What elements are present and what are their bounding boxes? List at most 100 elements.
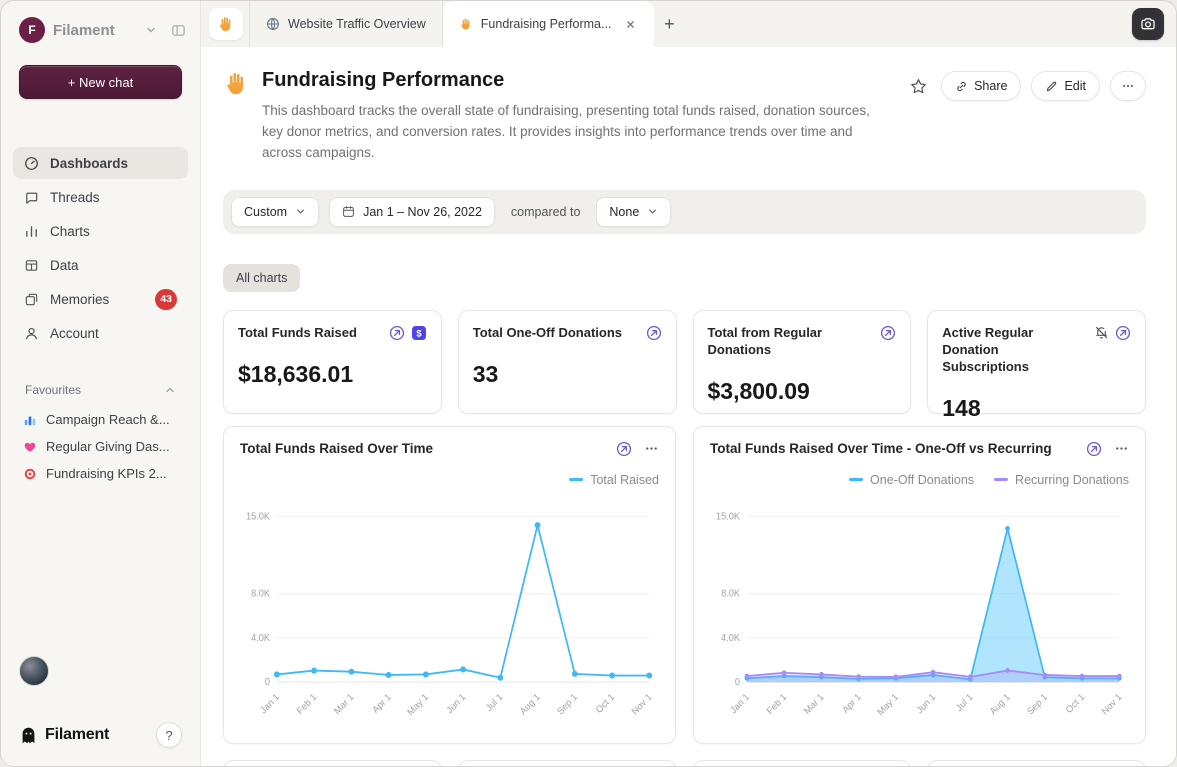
- legend-label: One-Off Donations: [870, 473, 974, 487]
- chart-type-icon[interactable]: [1115, 325, 1131, 341]
- workspace-chevron-down-icon[interactable]: [145, 24, 157, 36]
- svg-text:8.0K: 8.0K: [251, 587, 271, 598]
- chart-menu-ellipsis-icon[interactable]: [1114, 441, 1129, 456]
- svg-text:$: $: [416, 328, 422, 339]
- kpi-value: 33: [473, 361, 662, 388]
- user-avatar[interactable]: [19, 656, 49, 686]
- favourite-item-label: Campaign Reach &...: [46, 412, 170, 427]
- header-actions: Share Edit: [906, 69, 1146, 101]
- kpi-card-donation-form-conversion: Donation Form Conversion: [458, 760, 677, 766]
- bar-chart-icon: [23, 413, 37, 427]
- favourites-collapse-chevron-up-icon[interactable]: [164, 384, 176, 396]
- sidebar-item-charts[interactable]: Charts: [13, 215, 188, 247]
- screenshot-camera-button[interactable]: [1132, 8, 1164, 40]
- tab-website-traffic-overview[interactable]: Website Traffic Overview: [249, 1, 443, 47]
- svg-text:Oct 1: Oct 1: [1063, 691, 1086, 715]
- kpi-value: 148: [942, 395, 1131, 422]
- data-table-icon: [24, 258, 39, 273]
- page-description: This dashboard tracks the overall state …: [262, 101, 894, 164]
- chevron-down-icon: [647, 206, 658, 217]
- favourite-item-fundraising-kpis[interactable]: Fundraising KPIs 2...: [15, 463, 186, 484]
- chart-title: Total Funds Raised Over Time - One-Off v…: [710, 441, 1052, 456]
- chart-type-icon[interactable]: [880, 325, 896, 341]
- sidebar-item-threads[interactable]: Threads: [13, 181, 188, 213]
- svg-text:May 1: May 1: [405, 691, 430, 718]
- new-tab-button[interactable]: +: [654, 9, 684, 39]
- chart-menu-ellipsis-icon[interactable]: [644, 441, 659, 456]
- favourite-item-regular-giving[interactable]: Regular Giving Das...: [15, 436, 186, 457]
- svg-text:Jun 1: Jun 1: [444, 691, 468, 716]
- sidebar-item-label: Dashboards: [50, 156, 177, 171]
- page-title: Fundraising Performance: [262, 69, 894, 92]
- svg-text:Aug 1: Aug 1: [987, 691, 1012, 717]
- tab-bar: Website Traffic Overview Fundraising Per…: [201, 1, 1176, 47]
- sidebar-collapse-icon[interactable]: [171, 23, 186, 38]
- sidebar-item-dashboards[interactable]: Dashboards: [13, 147, 188, 179]
- home-pinned-tab[interactable]: [209, 8, 243, 40]
- svg-text:Sep 1: Sep 1: [555, 691, 580, 717]
- bottom-card-grid: Total from Ticket Sales Donation Form Co…: [223, 760, 1146, 766]
- tab-label: Fundraising Performa...: [481, 17, 612, 31]
- range-type-dropdown[interactable]: Custom: [231, 197, 319, 227]
- sidebar-item-label: Threads: [50, 190, 177, 205]
- kpi-card-total-funds-raised: Total Funds Raised $ $18,636.01: [223, 310, 442, 414]
- legend-label: Total Raised: [590, 473, 659, 487]
- sidebar-item-account[interactable]: Account: [13, 317, 188, 349]
- memories-count-badge: 43: [155, 289, 177, 310]
- svg-text:Mar 1: Mar 1: [331, 691, 355, 716]
- svg-text:May 1: May 1: [875, 691, 900, 718]
- svg-text:Jul 1: Jul 1: [483, 691, 504, 713]
- svg-text:Apr 1: Apr 1: [840, 691, 863, 715]
- sidebar-item-label: Account: [50, 326, 177, 341]
- legend-label: Recurring Donations: [1015, 473, 1129, 487]
- hand-wave-icon: [223, 70, 250, 97]
- legend-item[interactable]: Total Raised: [569, 473, 659, 487]
- favourite-item-label: Fundraising KPIs 2...: [46, 466, 167, 481]
- help-button[interactable]: ?: [156, 722, 182, 748]
- date-filter-bar: Custom Jan 1 – Nov 26, 2022 compared to …: [223, 190, 1146, 234]
- share-button[interactable]: Share: [941, 71, 1021, 101]
- chart-type-icon[interactable]: [646, 325, 662, 341]
- svg-text:Jun 1: Jun 1: [914, 691, 938, 716]
- svg-text:8.0K: 8.0K: [721, 587, 741, 598]
- favourite-item-campaign-reach[interactable]: Campaign Reach &...: [15, 409, 186, 430]
- brand-name: Filament: [53, 22, 115, 39]
- edit-button[interactable]: Edit: [1031, 71, 1100, 101]
- kpi-title: Active Regular Donation Subscriptions: [942, 324, 1086, 375]
- bell-off-icon[interactable]: [1094, 325, 1109, 340]
- tab-label: Website Traffic Overview: [288, 17, 426, 31]
- chart-legend: Total Raised: [240, 473, 659, 487]
- compared-to-label: compared to: [511, 205, 580, 219]
- chart-type-icon[interactable]: [616, 441, 632, 457]
- svg-text:Nov 1: Nov 1: [1099, 691, 1124, 717]
- tab-fundraising-performance[interactable]: Fundraising Performa...: [443, 1, 655, 47]
- camera-icon: [1140, 16, 1156, 32]
- favourite-star-button[interactable]: [906, 71, 931, 101]
- svg-text:Nov 1: Nov 1: [629, 691, 654, 717]
- star-icon: [910, 78, 927, 95]
- svg-text:Mar 1: Mar 1: [801, 691, 825, 716]
- new-chat-button[interactable]: + New chat: [19, 65, 182, 99]
- svg-text:Feb 1: Feb 1: [764, 691, 788, 716]
- date-range-picker[interactable]: Jan 1 – Nov 26, 2022: [329, 197, 495, 227]
- chart-type-icon[interactable]: [389, 325, 405, 341]
- filament-ghost-logo-icon: [19, 726, 38, 745]
- svg-text:0: 0: [735, 676, 740, 687]
- sidebar-item-data[interactable]: Data: [13, 249, 188, 281]
- legend-item[interactable]: One-Off Donations: [849, 473, 974, 487]
- compare-dropdown[interactable]: None: [596, 197, 671, 227]
- hand-wave-icon: [217, 15, 235, 33]
- sidebar-item-label: Data: [50, 258, 177, 273]
- tab-close-icon[interactable]: [623, 17, 638, 32]
- kpi-title: Total Funds Raised: [238, 324, 357, 341]
- sidebar-item-label: Memories: [50, 292, 144, 307]
- all-charts-chip[interactable]: All charts: [223, 264, 300, 292]
- kpi-card-avg-donation-size: Avg Donation Size (All: [927, 760, 1146, 766]
- calendar-icon: [342, 205, 355, 218]
- svg-text:15.0K: 15.0K: [246, 510, 271, 521]
- chart-type-icon[interactable]: [1086, 441, 1102, 457]
- more-options-button[interactable]: [1110, 71, 1146, 101]
- legend-item[interactable]: Recurring Donations: [994, 473, 1129, 487]
- sidebar-item-memories[interactable]: Memories 43: [13, 283, 188, 315]
- dashboard-content: Fundraising Performance This dashboard t…: [201, 47, 1176, 766]
